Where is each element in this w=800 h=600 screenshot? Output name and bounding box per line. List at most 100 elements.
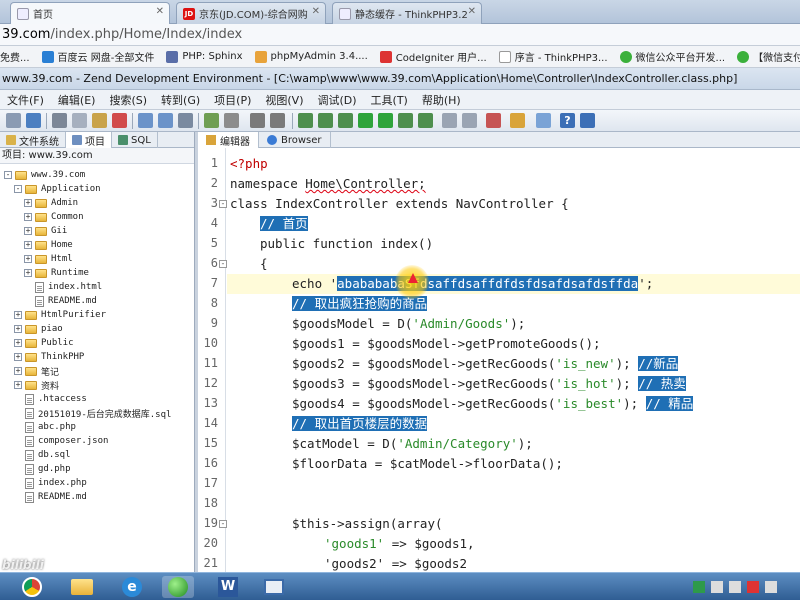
save-icon[interactable] (26, 113, 41, 128)
tree-node[interactable]: + Gii (24, 224, 67, 238)
profiler-icon[interactable] (510, 113, 525, 128)
step-over-icon[interactable] (338, 113, 353, 128)
expand-icon[interactable]: + (24, 213, 32, 221)
stop-icon[interactable] (462, 113, 477, 128)
close-icon[interactable]: ✕ (156, 6, 164, 17)
delete-icon[interactable] (112, 113, 127, 128)
bookmark-item[interactable]: PHP: Sphinx (166, 50, 243, 63)
tab-browser[interactable]: Browser (259, 132, 331, 148)
tree-node[interactable]: + 资料 (14, 378, 59, 392)
tab-editor[interactable]: 编辑器 (198, 132, 259, 148)
menu-view[interactable]: 视图(V) (258, 92, 310, 108)
collapse-icon[interactable]: - (4, 171, 12, 179)
tab-project[interactable]: 项目 (66, 132, 112, 148)
ie-icon[interactable]: e (116, 576, 148, 598)
tree-node[interactable]: + ThinkPHP (14, 350, 84, 364)
tree-node[interactable]: + HtmlPurifier (14, 308, 106, 322)
tree-node[interactable]: gd.php (14, 462, 71, 476)
context-help-icon[interactable] (580, 113, 595, 128)
run-icon[interactable] (358, 113, 373, 128)
zend-icon[interactable] (162, 576, 194, 598)
breakpoint-icon[interactable] (486, 113, 501, 128)
tree-node[interactable]: index.php (14, 476, 87, 490)
expand-icon[interactable]: + (14, 367, 22, 375)
bookmark-item[interactable]: 免费... (0, 49, 30, 64)
tree-node[interactable]: db.sql (14, 448, 71, 462)
browser-tab-home[interactable]: 首页 ✕ (10, 2, 170, 24)
tab-filesystem[interactable]: 文件系统 (0, 132, 66, 148)
tree-node[interactable]: + Html (24, 252, 73, 266)
tree-node[interactable]: index.html (24, 280, 102, 294)
menu-search[interactable]: 搜索(S) (102, 92, 154, 108)
step-out-icon[interactable] (418, 113, 433, 128)
close-icon[interactable]: ✕ (312, 6, 320, 17)
chrome-icon[interactable] (16, 576, 48, 598)
new-file-icon[interactable] (6, 113, 21, 128)
fold-toggle-icon[interactable]: - (219, 520, 227, 528)
back-arrow-icon[interactable] (250, 113, 265, 128)
tree-node[interactable]: + 笔记 (14, 364, 59, 378)
tray-icon[interactable] (765, 581, 777, 593)
menu-debug[interactable]: 调试(D) (310, 92, 363, 108)
open-folder-icon[interactable] (204, 113, 219, 128)
expand-icon[interactable]: + (24, 227, 32, 235)
code-editor[interactable]: 1 2 3 4 5 6 7 8 9 10 11 12 13 14 15 16 17 18 19 20 21- - - <?p… (198, 148, 800, 572)
expand-icon[interactable]: + (24, 269, 32, 277)
tree-node[interactable]: abc.php (14, 420, 76, 434)
expand-icon[interactable]: + (24, 255, 32, 263)
tray-icon[interactable] (729, 581, 741, 593)
step-into-icon[interactable] (398, 113, 413, 128)
tray-icon[interactable] (693, 581, 705, 593)
menu-edit[interactable]: 编辑(E) (51, 92, 103, 108)
tree-node[interactable]: + Common (24, 210, 84, 224)
fold-toggle-icon[interactable]: - (219, 260, 227, 268)
find-icon[interactable] (138, 113, 153, 128)
layout-icon[interactable] (536, 113, 551, 128)
properties-icon[interactable] (224, 113, 239, 128)
tree-node[interactable]: composer.json (14, 434, 108, 448)
browser-tab-jd[interactable]: JD 京东(JD.COM)-综合网购 ✕ (176, 2, 326, 24)
replace-icon[interactable] (178, 113, 193, 128)
menu-file[interactable]: 文件(F) (0, 92, 51, 108)
window-icon[interactable] (258, 576, 290, 598)
pause-icon[interactable] (442, 113, 457, 128)
cut-icon[interactable] (52, 113, 67, 128)
address-bar[interactable]: 39.com/index.php/Home/Index/index (0, 24, 800, 46)
folder-icon[interactable] (66, 576, 98, 598)
expand-icon[interactable]: + (14, 311, 22, 319)
tree-node[interactable]: 20151019-后台完成数据库.sql (14, 406, 171, 420)
tree-node[interactable]: - www.39.com (4, 168, 85, 182)
close-icon[interactable]: ✕ (468, 6, 476, 17)
tree-node[interactable]: + Public (14, 336, 74, 350)
copy-icon[interactable] (72, 113, 87, 128)
expand-icon[interactable]: + (14, 339, 22, 347)
tree-node[interactable]: README.md (14, 490, 87, 504)
step-down-icon[interactable] (298, 113, 313, 128)
bookmark-item[interactable]: 【微信支付】普通... (737, 49, 800, 64)
tree-node[interactable]: + Admin (24, 196, 78, 210)
find-next-icon[interactable] (158, 113, 173, 128)
bookmark-item[interactable]: CodeIgniter 用户... (379, 49, 487, 64)
collapse-icon[interactable]: - (14, 185, 22, 193)
forward-arrow-icon[interactable] (270, 113, 285, 128)
expand-icon[interactable]: + (14, 353, 22, 361)
tree-node[interactable]: README.md (24, 294, 97, 308)
menu-help[interactable]: 帮助(H) (415, 92, 468, 108)
expand-icon[interactable]: + (14, 325, 22, 333)
expand-icon[interactable]: + (24, 199, 32, 207)
tree-node[interactable]: .htaccess (14, 392, 87, 406)
tray-icon[interactable] (711, 581, 723, 593)
expand-icon[interactable]: + (24, 241, 32, 249)
menu-project[interactable]: 项目(P) (207, 92, 258, 108)
bookmark-item[interactable]: 百度云 网盘-全部文件 (41, 49, 154, 64)
word-icon[interactable]: W (212, 576, 244, 598)
debug-icon[interactable] (378, 113, 393, 128)
tree-node[interactable]: + Home (24, 238, 73, 252)
bookmark-item[interactable]: 序言 - ThinkPHP3... (498, 49, 608, 64)
tab-sql[interactable]: SQL (112, 132, 158, 148)
bookmark-item[interactable]: 微信公众平台开发... (619, 49, 725, 64)
help-icon[interactable]: ? (560, 113, 575, 128)
menu-tools[interactable]: 工具(T) (364, 92, 415, 108)
browser-tab-thinkphp[interactable]: 静态缓存 - ThinkPHP3.2 ✕ (332, 2, 482, 24)
step-up-icon[interactable] (318, 113, 333, 128)
